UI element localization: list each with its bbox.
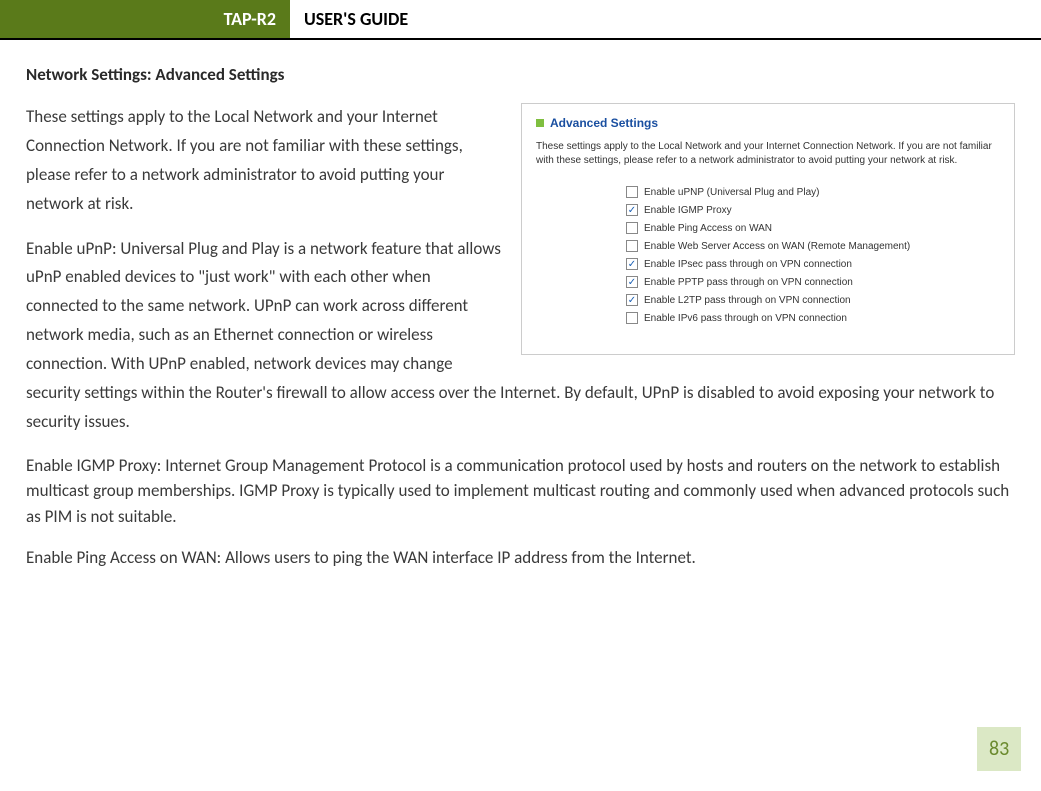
page-number: 83 bbox=[977, 727, 1021, 771]
checkbox-row: ✓ Enable PPTP pass through on VPN connec… bbox=[626, 276, 1000, 288]
checkbox[interactable]: ✓ bbox=[626, 204, 638, 216]
figure-header: Advanced Settings bbox=[536, 116, 1000, 130]
checkbox-row: Enable uPNP (Universal Plug and Play) bbox=[626, 186, 1000, 198]
checkbox[interactable] bbox=[626, 222, 638, 234]
checkbox-label: Enable IPv6 pass through on VPN connecti… bbox=[644, 313, 847, 324]
checkbox-row: ✓ Enable IGMP Proxy bbox=[626, 204, 1000, 216]
checkbox-label: Enable uPNP (Universal Plug and Play) bbox=[644, 187, 819, 198]
checkbox-row: Enable Ping Access on WAN bbox=[626, 222, 1000, 234]
checkbox[interactable]: ✓ bbox=[626, 258, 638, 270]
content-area: Network Settings: Advanced Settings Adva… bbox=[0, 64, 1041, 571]
checkbox-label: Enable IPsec pass through on VPN connect… bbox=[644, 259, 852, 270]
header-model: TAP-R2 bbox=[0, 0, 290, 38]
checkbox-label: Enable PPTP pass through on VPN connecti… bbox=[644, 277, 853, 288]
settings-screenshot: Advanced Settings These settings apply t… bbox=[521, 103, 1015, 355]
document-header: TAP-R2 USER'S GUIDE bbox=[0, 0, 1041, 40]
bullet-icon bbox=[536, 119, 544, 127]
checkbox-label: Enable IGMP Proxy bbox=[644, 205, 732, 216]
figure-description: These settings apply to the Local Networ… bbox=[536, 140, 1000, 168]
checkbox-row: Enable Web Server Access on WAN (Remote … bbox=[626, 240, 1000, 252]
header-title: USER'S GUIDE bbox=[290, 0, 1041, 38]
checkbox-row: ✓ Enable L2TP pass through on VPN connec… bbox=[626, 294, 1000, 306]
checkbox[interactable]: ✓ bbox=[626, 294, 638, 306]
checkbox-label: Enable Web Server Access on WAN (Remote … bbox=[644, 241, 910, 252]
checkbox[interactable] bbox=[626, 240, 638, 252]
checkbox[interactable]: ✓ bbox=[626, 276, 638, 288]
section-title: Network Settings: Advanced Settings bbox=[26, 64, 1015, 85]
checkbox[interactable] bbox=[626, 312, 638, 324]
checkbox[interactable] bbox=[626, 186, 638, 198]
checkbox-label: Enable Ping Access on WAN bbox=[644, 223, 772, 234]
checkbox-row: ✓ Enable IPsec pass through on VPN conne… bbox=[626, 258, 1000, 270]
checkbox-list: Enable uPNP (Universal Plug and Play) ✓ … bbox=[626, 186, 1000, 324]
ping-paragraph: Enable Ping Access on WAN: Allows users … bbox=[26, 545, 1015, 571]
igmp-paragraph: Enable IGMP Proxy: Internet Group Manage… bbox=[26, 453, 1015, 530]
figure-title: Advanced Settings bbox=[550, 116, 658, 130]
checkbox-label: Enable L2TP pass through on VPN connecti… bbox=[644, 295, 851, 306]
checkbox-row: Enable IPv6 pass through on VPN connecti… bbox=[626, 312, 1000, 324]
